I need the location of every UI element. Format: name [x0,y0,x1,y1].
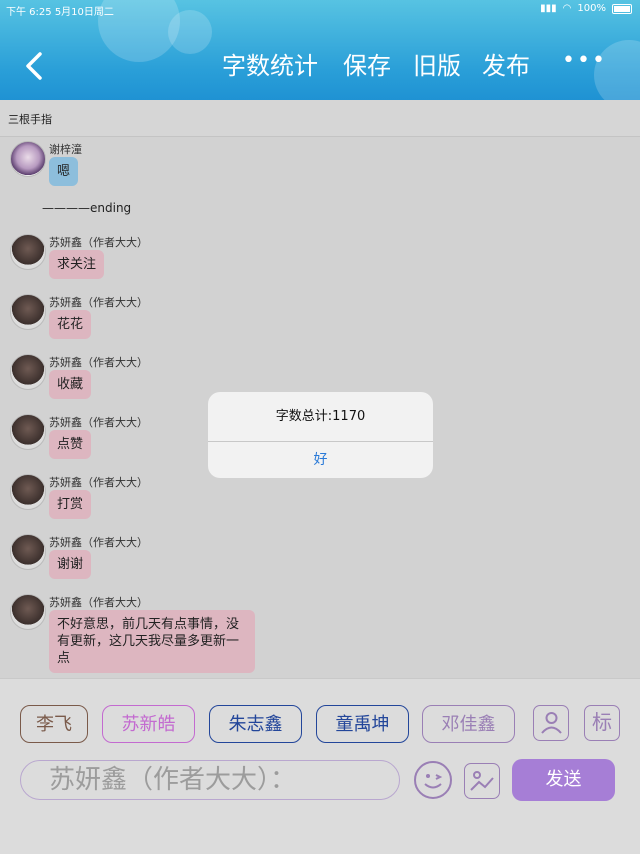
status-bar: 下午 6:25 5月10日周二 ▮▮▮ ◠ 100% [0,0,640,18]
image-icon[interactable] [464,763,500,799]
avatar[interactable] [10,294,46,330]
message-bubble[interactable]: 求关注 [49,250,105,279]
message-bubble[interactable]: 花花 [49,310,92,339]
chevron-left-icon[interactable] [22,46,62,86]
avatar[interactable] [10,594,46,630]
avatar[interactable] [10,234,46,270]
ending-divider-text: ————ending [42,201,132,215]
battery-icon [612,3,632,14]
wifi-icon: ◠ [562,3,572,14]
person-icon[interactable] [533,705,569,741]
message-bubble[interactable]: 打赏 [49,490,92,519]
message-bubble[interactable]: 嗯 [49,157,79,186]
old-version-button[interactable]: 旧版 [413,46,461,86]
message-sender: 苏妍鑫（作者大大） [49,236,148,249]
status-time-date: 下午 6:25 5月10日周二 [6,7,114,18]
message-sender: 苏妍鑫（作者大大） [49,536,148,549]
message-sender: 苏妍鑫（作者大大） [49,296,148,309]
alert-message: 字数总计:1170 [275,409,366,424]
message-sender: 苏妍鑫（作者大大） [49,596,148,609]
emoji-icon[interactable] [414,761,452,799]
avatar[interactable] [10,534,46,570]
character-chip[interactable]: 童禹坤 [316,705,409,743]
publish-button[interactable]: 发布 [482,46,530,86]
chat-title-bar: 三根手指 [0,100,640,137]
more-options-icon[interactable]: ••• [562,48,607,73]
message-sender: 苏妍鑫（作者大大） [49,356,148,369]
message-sender: 谢梓潼 [49,143,82,156]
character-chip[interactable]: 李飞 [20,705,88,743]
mark-icon[interactable]: 标 [584,705,620,741]
character-chip[interactable]: 苏新皓 [102,705,195,743]
avatar[interactable] [10,354,46,390]
word-count-alert: 字数总计:1170 好 [208,392,433,478]
status-right: ▮▮▮ ◠ 100% [540,3,632,14]
message-sender: 苏妍鑫（作者大大） [49,416,148,429]
signal-icon: ▮▮▮ [540,3,557,14]
save-button[interactable]: 保存 [343,46,391,86]
composer-panel: 李飞 苏新皓 朱志鑫 童禹坤 邓佳鑫 标 苏妍鑫（作者大大）： 发送 [0,678,640,854]
avatar[interactable] [10,414,46,450]
avatar[interactable] [10,141,46,177]
chat-title: 三根手指 [8,113,52,126]
character-chip[interactable]: 邓佳鑫 [422,705,515,743]
message-bubble[interactable]: 不好意思，前几天有点事情，没有更新，这几天我尽量多更新一点 [49,610,255,673]
speaker-input[interactable]: 苏妍鑫（作者大大）： [20,760,400,800]
avatar[interactable] [10,474,46,510]
battery-percent: 100% [577,3,606,14]
message-sender: 苏妍鑫（作者大大） [49,476,148,489]
message-bubble[interactable]: 收藏 [49,370,92,399]
ok-button[interactable]: 好 [208,442,433,478]
character-chip[interactable]: 朱志鑫 [209,705,302,743]
message-bubble[interactable]: 谢谢 [49,550,92,579]
word-count-button[interactable]: 字数统计 [222,46,318,86]
send-button[interactable]: 发送 [512,759,615,801]
message-bubble[interactable]: 点赞 [49,430,92,459]
